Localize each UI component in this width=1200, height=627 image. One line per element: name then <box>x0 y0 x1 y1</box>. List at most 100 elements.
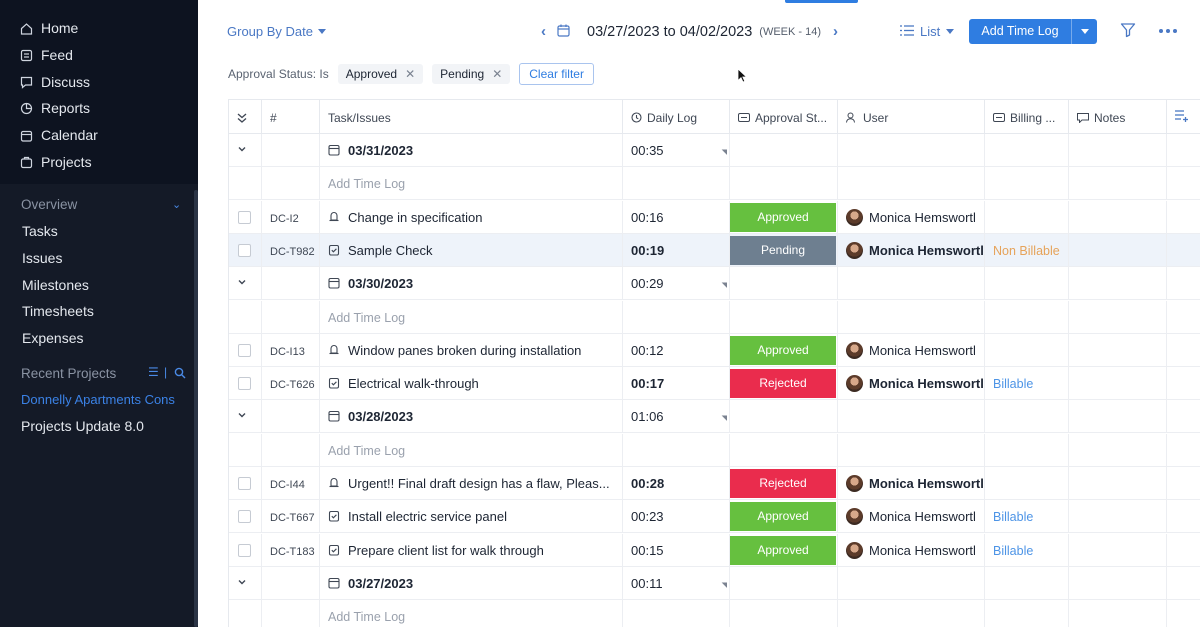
add-time-log-link[interactable]: Add Time Log <box>320 167 623 200</box>
search-icon[interactable] <box>174 366 186 384</box>
add-time-log-link[interactable]: Add Time Log <box>320 301 623 334</box>
more-options-icon[interactable] <box>1159 29 1177 33</box>
sidebar-item-issues[interactable]: Issues <box>22 250 62 266</box>
column-header-user[interactable]: User <box>838 100 985 135</box>
collapse-group[interactable] <box>229 134 262 167</box>
notes-cell[interactable] <box>1069 234 1167 267</box>
recent-project-item[interactable]: Donnelly Apartments Cons <box>21 392 181 407</box>
row-checkbox[interactable] <box>238 377 251 390</box>
sidebar-item-discuss[interactable]: Discuss <box>20 72 90 92</box>
user-cell[interactable]: Monica Hemswortl <box>838 367 985 400</box>
column-header-billing[interactable]: Billing ... <box>985 100 1069 135</box>
filter-chip-pending[interactable]: Pending ✕ <box>432 64 511 84</box>
task-title-cell[interactable]: Window panes broken during installation <box>320 334 623 367</box>
notes-cell[interactable] <box>1069 334 1167 367</box>
billing-cell[interactable] <box>985 467 1069 500</box>
row-checkbox[interactable] <box>238 244 251 257</box>
sidebar-item-timesheets[interactable]: Timesheets <box>22 303 94 319</box>
collapse-group[interactable] <box>229 400 262 433</box>
row-checkbox[interactable] <box>238 477 251 490</box>
daily-log-cell[interactable]: 00:12 <box>623 334 730 367</box>
sidebar-item-home[interactable]: Home <box>20 18 78 38</box>
add-time-log-row[interactable]: Add Time Log <box>229 600 1200 627</box>
close-icon[interactable]: ✕ <box>492 67 502 81</box>
status-badge[interactable]: Pending <box>730 236 836 265</box>
table-row[interactable]: DC-T667 Install electric service panel 00:… <box>229 500 1200 533</box>
prev-week-icon[interactable]: ‹ <box>541 23 546 40</box>
daily-log-cell[interactable]: 00:19 <box>623 234 730 267</box>
column-header-daily-log[interactable]: Daily Log <box>623 100 730 135</box>
row-checkbox[interactable] <box>238 510 251 523</box>
user-cell[interactable]: Monica Hemswortl <box>838 334 985 367</box>
filter-chip-approved[interactable]: Approved ✕ <box>337 64 424 84</box>
user-cell[interactable]: Monica Hemswortl <box>838 234 985 267</box>
daily-log-cell[interactable]: 00:23 <box>623 500 730 533</box>
row-checkbox[interactable] <box>238 344 251 357</box>
table-row[interactable]: DC-I2 Change in specification 00:16 Approve… <box>229 201 1200 234</box>
status-badge[interactable]: Approved <box>730 203 836 232</box>
expand-all-icon[interactable] <box>229 100 262 135</box>
collapse-group[interactable] <box>229 267 262 300</box>
table-row[interactable]: DC-I13 Window panes broken during install… <box>229 334 1200 367</box>
task-title-cell[interactable]: Prepare client list for walk through <box>320 534 623 567</box>
notes-cell[interactable] <box>1069 367 1167 400</box>
sidebar-item-calendar[interactable]: Calendar <box>20 125 98 145</box>
add-time-log-button[interactable]: Add Time Log <box>969 19 1097 44</box>
group-row[interactable]: 03/30/2023 00:29 ◥ <box>229 267 1200 300</box>
recent-project-item[interactable]: Projects Update 8.0 <box>21 418 181 434</box>
add-time-log-row[interactable]: Add Time Log <box>229 167 1200 200</box>
status-badge[interactable]: Approved <box>730 536 836 565</box>
row-checkbox[interactable] <box>238 544 251 557</box>
task-title-cell[interactable]: Install electric service panel <box>320 500 623 533</box>
billing-cell[interactable] <box>985 334 1069 367</box>
status-badge[interactable]: Rejected <box>730 369 836 398</box>
add-time-log-link[interactable]: Add Time Log <box>320 434 623 467</box>
collapse-group[interactable] <box>229 567 262 600</box>
table-row[interactable]: DC-I44 Urgent!! Final draft design has a … <box>229 467 1200 500</box>
close-icon[interactable]: ✕ <box>405 67 415 81</box>
table-row[interactable]: DC-T183 Prepare client list for walk thro… <box>229 534 1200 567</box>
notes-cell[interactable] <box>1069 500 1167 533</box>
table-row[interactable]: DC-T626 Electrical walk-through 00:17 Rejec… <box>229 367 1200 400</box>
billing-cell[interactable]: Billable <box>985 534 1069 567</box>
add-time-log-link[interactable]: Add Time Log <box>320 600 623 627</box>
notes-cell[interactable] <box>1069 201 1167 234</box>
task-title-cell[interactable]: Urgent!! Final draft design has a flaw, … <box>320 467 623 500</box>
task-title-cell[interactable]: Sample Check <box>320 234 623 267</box>
user-cell[interactable]: Monica Hemswortl <box>838 201 985 234</box>
sidebar-item-reports[interactable]: Reports <box>20 98 90 118</box>
sidebar-item-feed[interactable]: Feed <box>20 45 73 65</box>
sidebar-item-tasks[interactable]: Tasks <box>22 223 58 239</box>
clear-filter-button[interactable]: Clear filter <box>519 63 594 85</box>
overview-heading[interactable]: Overview <box>21 197 77 212</box>
add-time-log-row[interactable]: Add Time Log <box>229 434 1200 467</box>
calendar-icon[interactable] <box>557 24 570 40</box>
group-by-dropdown[interactable]: Group By Date <box>227 24 326 39</box>
notes-cell[interactable] <box>1069 534 1167 567</box>
column-header-task[interactable]: Task/Issues <box>320 100 623 135</box>
billing-cell[interactable]: Billable <box>985 500 1069 533</box>
group-row[interactable]: 03/27/2023 00:11 ◥ <box>229 567 1200 600</box>
user-cell[interactable]: Monica Hemswortl <box>838 534 985 567</box>
sidebar-item-projects[interactable]: Projects <box>20 152 92 172</box>
add-time-log-row[interactable]: Add Time Log <box>229 301 1200 334</box>
column-header-approval[interactable]: Approval St... <box>730 100 838 135</box>
column-header-notes[interactable]: Notes <box>1069 100 1167 135</box>
filter-list-icon[interactable]: ☰ <box>148 365 159 379</box>
task-title-cell[interactable]: Electrical walk-through <box>320 367 623 400</box>
table-row[interactable]: DC-T982 Sample Check 00:19 Pending Monica He… <box>229 234 1200 267</box>
next-week-icon[interactable]: › <box>833 23 838 40</box>
add-column-icon[interactable] <box>1174 108 1189 128</box>
add-time-log-dropdown[interactable] <box>1072 29 1097 34</box>
status-badge[interactable]: Approved <box>730 502 836 531</box>
daily-log-cell[interactable]: 00:15 <box>623 534 730 567</box>
sidebar-item-expenses[interactable]: Expenses <box>22 330 83 346</box>
status-badge[interactable]: Rejected <box>730 469 836 498</box>
chevron-down-icon[interactable]: ⌄ <box>172 198 181 211</box>
status-badge[interactable]: Approved <box>730 336 836 365</box>
billing-cell[interactable]: Billable <box>985 367 1069 400</box>
user-cell[interactable]: Monica Hemswortl <box>838 500 985 533</box>
task-title-cell[interactable]: Change in specification <box>320 201 623 234</box>
user-cell[interactable]: Monica Hemswortl <box>838 467 985 500</box>
notes-cell[interactable] <box>1069 467 1167 500</box>
